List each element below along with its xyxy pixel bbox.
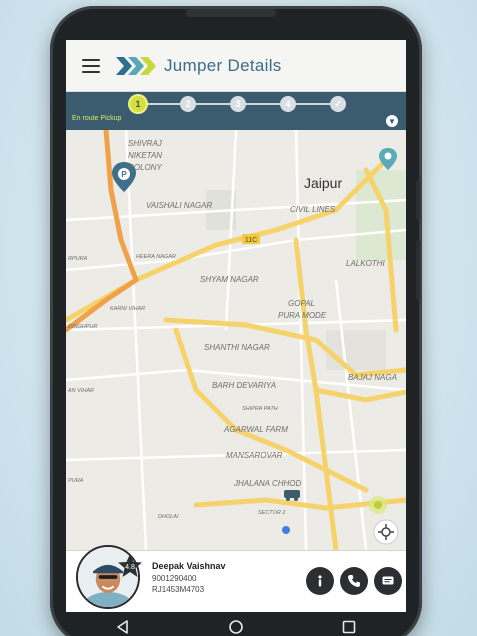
area-label: BAJAJ NAGA — [348, 373, 397, 382]
area-label: CIVIL LINES — [290, 205, 336, 214]
app-bar: Jumper Details — [66, 40, 406, 92]
page-title: Jumper Details — [164, 55, 282, 75]
rating-star-icon: 4.8 — [118, 554, 142, 577]
driver-rating: 4.8 — [125, 564, 135, 571]
home-button[interactable] — [216, 615, 256, 636]
area-label: DINGHPUR — [68, 324, 97, 330]
area-label: SHIVRAJ — [128, 139, 163, 148]
driver-info-bar: 4.8 Deepak Vaishnav 9001290400 RJ1453M47… — [66, 545, 406, 612]
message-icon — [382, 576, 394, 585]
city-label: Jaipur — [304, 175, 342, 191]
step-3[interactable]: 3 — [230, 96, 246, 112]
expand-icon[interactable]: ▼ — [386, 115, 398, 127]
area-label: COLONY — [128, 163, 162, 172]
recents-button[interactable] — [329, 615, 369, 636]
step-complete[interactable]: ✓ — [330, 96, 346, 112]
power-button — [416, 240, 420, 300]
area-label: AN VIHAR — [67, 388, 94, 394]
info-icon — [318, 575, 322, 587]
svg-text:P: P — [121, 170, 127, 179]
jumper-logo-icon — [116, 56, 156, 75]
area-label: GOPAL — [288, 299, 315, 308]
map-block — [326, 330, 386, 370]
locate-me-button[interactable] — [373, 519, 399, 545]
area-label: SHIPRA PATH — [242, 406, 278, 412]
message-button[interactable] — [374, 567, 402, 595]
area-label: MANSAROVAR — [226, 451, 283, 460]
phone-speaker — [186, 9, 276, 17]
driver-name: Deepak Vaishnav — [152, 561, 226, 571]
android-nav-bar — [66, 612, 406, 636]
road-badge-label: 11C — [245, 237, 257, 244]
step-4[interactable]: 4 — [280, 96, 296, 112]
map-view[interactable]: P 11C Jaipur SHIVRAJ NIKETAN COLONY VAIS… — [66, 130, 406, 550]
step-2[interactable]: 2 — [180, 96, 196, 112]
user-location-dot — [282, 526, 290, 534]
vehicle-plate: RJ1453M4703 — [152, 585, 205, 594]
back-icon — [116, 620, 128, 634]
area-label: NIKETAN — [128, 151, 162, 160]
recents-icon — [343, 620, 356, 634]
area-label: SHANTHI NAGAR — [204, 343, 270, 352]
info-button[interactable] — [306, 567, 334, 595]
menu-icon[interactable] — [82, 58, 100, 73]
area-label: SECTOR 2 — [258, 510, 285, 516]
area-label: HEERA NAGAR — [136, 254, 176, 260]
phone-icon — [348, 575, 360, 587]
area-label: RPURA — [68, 256, 88, 262]
step-1[interactable]: 1 — [130, 96, 146, 112]
area-label: PURA MODE — [278, 311, 327, 320]
area-label: JHALANA CHHOD — [233, 479, 301, 488]
driver-phone: 9001290400 — [152, 574, 197, 583]
home-icon — [229, 620, 243, 634]
back-button[interactable] — [103, 615, 143, 636]
call-button[interactable] — [340, 567, 368, 595]
trip-progress-stepper: 1 2 3 4 ✓ En route Pickup ▼ — [66, 92, 406, 130]
volume-button — [416, 180, 420, 220]
area-label: LALKOTHI — [346, 259, 385, 268]
area-label: SHYAM NAGAR — [200, 275, 259, 284]
area-label: BARH DEVARIYA — [212, 381, 276, 390]
trip-status: En route Pickup — [72, 115, 122, 122]
app-screen: Jumper Details 1 2 3 4 ✓ En route Pickup… — [66, 40, 406, 612]
area-label: VAISHALI NAGAR — [146, 201, 212, 210]
area-label: AGARWAL FARM — [223, 425, 288, 434]
area-label: PURA — [68, 478, 84, 484]
area-label: DHOLAI — [158, 514, 179, 520]
area-label: KARNI VIHAR — [110, 306, 145, 312]
